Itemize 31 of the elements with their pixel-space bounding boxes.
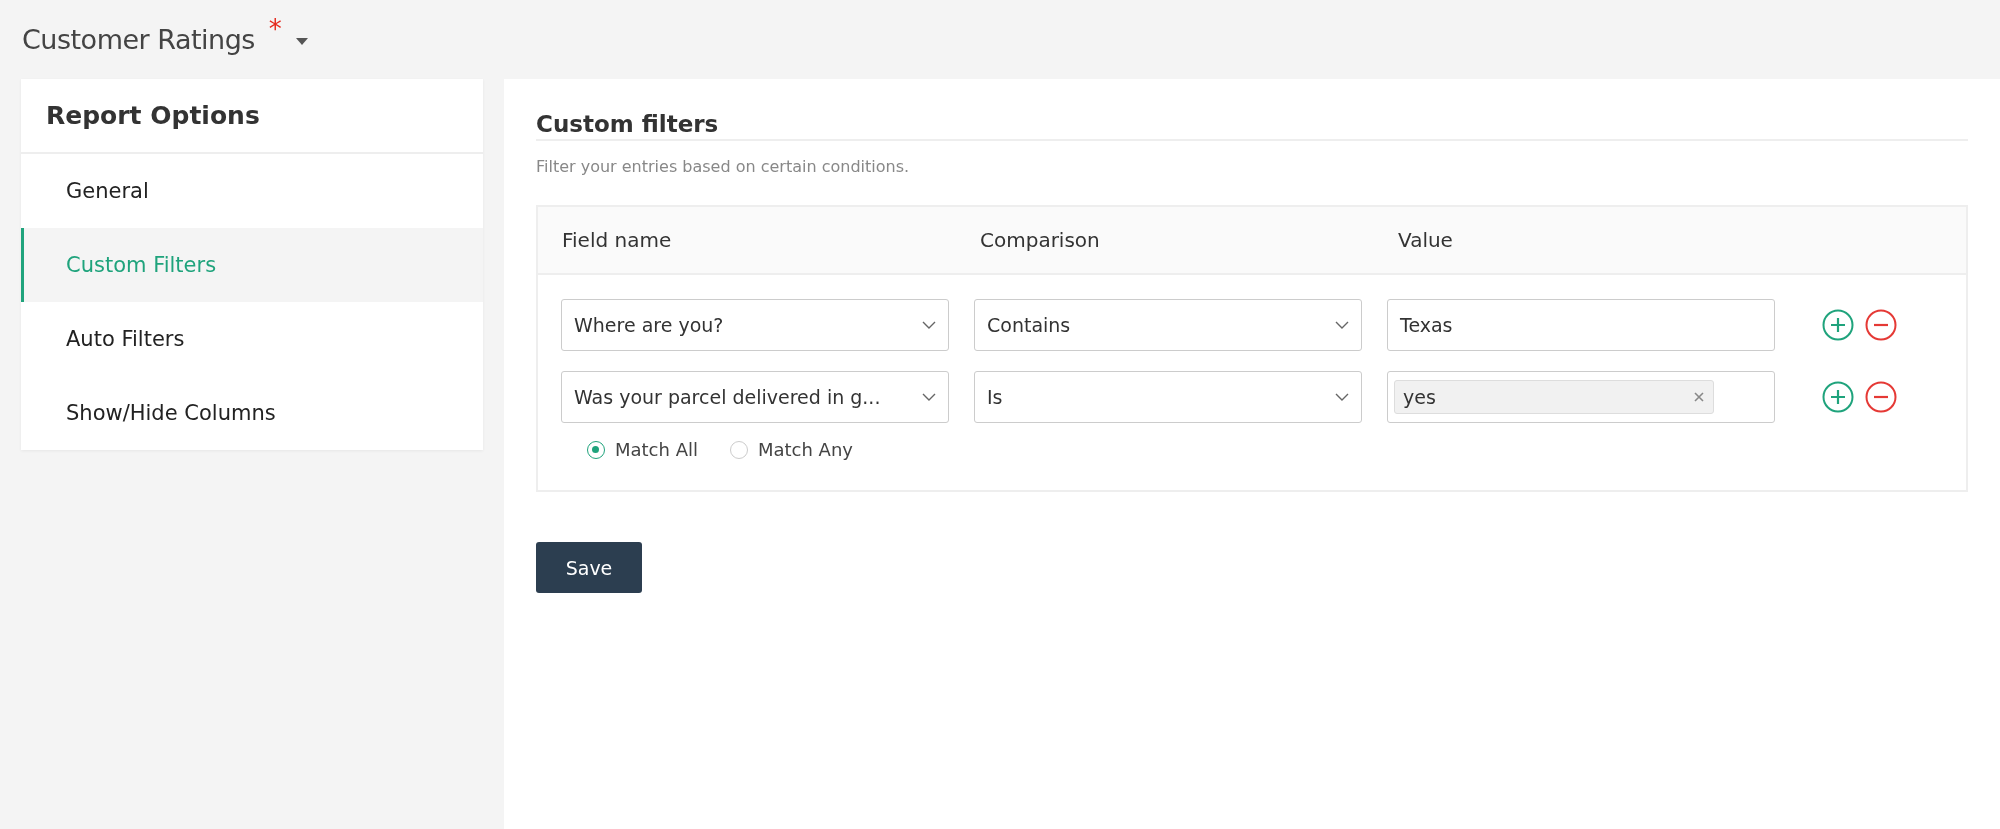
sidebar-item[interactable]: General — [21, 154, 483, 228]
add-icon[interactable] — [1822, 309, 1854, 341]
sidebar-item[interactable]: Show/Hide Columns — [21, 376, 483, 450]
comparison-dropdown[interactable]: Is — [974, 371, 1362, 423]
chevron-icon — [922, 393, 936, 401]
remove-icon[interactable] — [1865, 309, 1897, 341]
caret-icon[interactable] — [295, 38, 308, 45]
chevron-icon — [922, 321, 936, 329]
radio-label[interactable]: Match Any — [757, 439, 853, 460]
section-description: Filter your entries based on certain conditions. — [536, 157, 911, 176]
save-button[interactable]: Save — [536, 542, 642, 593]
radio-label[interactable]: Match All — [615, 439, 698, 460]
comparison-dropdown[interactable]: Contains — [974, 299, 1362, 351]
field-dropdown[interactable]: Was your parcel delivered in g... — [561, 371, 949, 423]
chevron-icon — [1335, 393, 1349, 401]
chevron-icon — [1335, 321, 1349, 329]
remove-icon[interactable] — [1865, 381, 1897, 413]
add-icon[interactable] — [1822, 381, 1854, 413]
report-title: Customer Ratings — [22, 24, 255, 55]
column-header: Value — [1398, 228, 1453, 252]
field-dropdown[interactable]: Where are you? — [561, 299, 949, 351]
column-header: Comparison — [980, 228, 1101, 252]
tag-label: yes — [1403, 386, 1436, 408]
sidebar-item[interactable]: Auto Filters — [21, 302, 483, 376]
required-mark: * — [268, 14, 282, 44]
section-title: Custom filters — [536, 110, 720, 139]
sidebar-title: Report Options — [21, 79, 483, 154]
value-field[interactable]: yes — [1387, 371, 1775, 423]
remove-icon[interactable] — [1693, 391, 1705, 403]
value-field[interactable]: Texas — [1387, 299, 1775, 351]
column-header: Field name — [562, 228, 673, 252]
